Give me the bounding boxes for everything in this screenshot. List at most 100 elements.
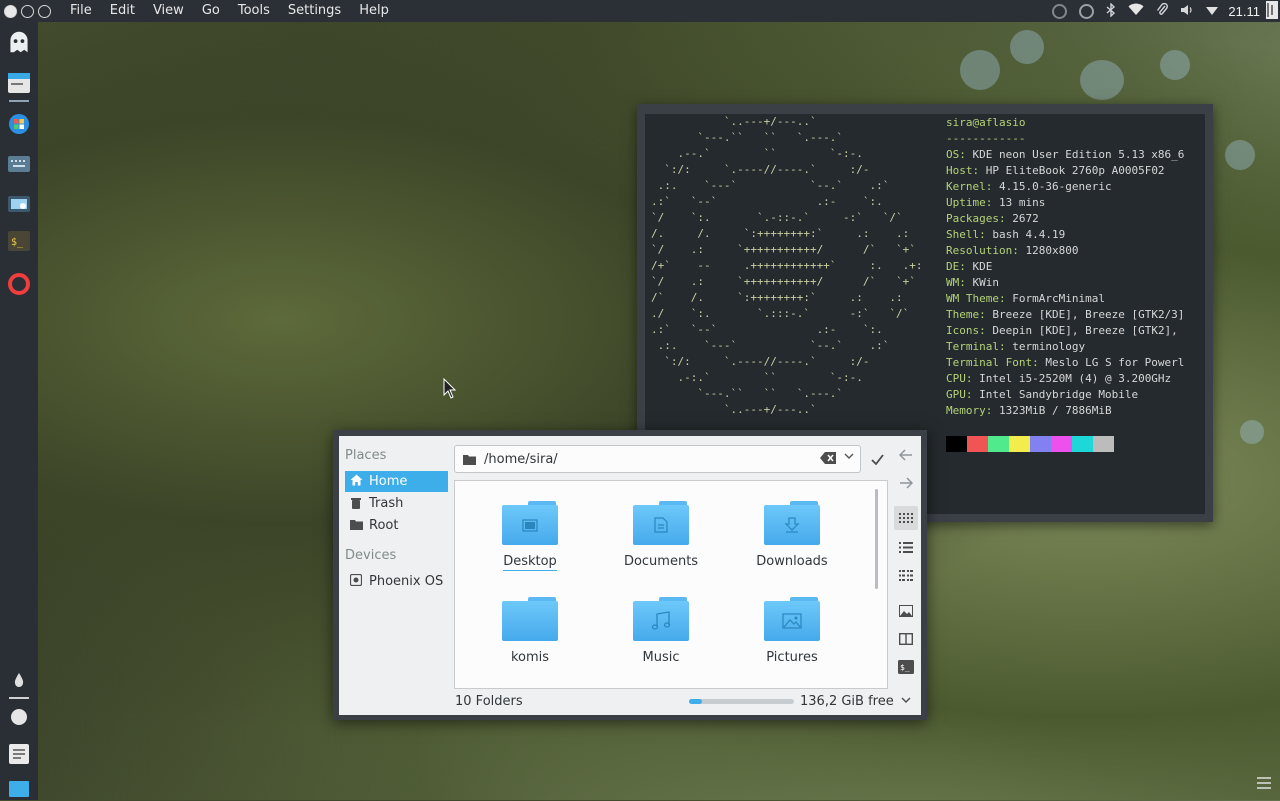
forward-icon[interactable] <box>894 471 918 495</box>
disk-usage-fill <box>689 699 702 704</box>
folder-item-pictures[interactable]: Pictures <box>737 597 847 665</box>
places-panel: Places Home Trash Root Devices Phoenix O… <box>339 436 453 715</box>
close-window-button[interactable] <box>4 4 17 18</box>
activity-icon[interactable] <box>1266 0 1278 22</box>
place-trash[interactable]: Trash <box>345 493 448 514</box>
attachment-icon[interactable] <box>1156 2 1169 20</box>
clear-text-icon[interactable] <box>820 452 836 468</box>
menu-view[interactable]: View <box>144 0 193 22</box>
icons-view-icon[interactable] <box>894 506 918 530</box>
file-manager-icon[interactable] <box>7 71 31 95</box>
split-view-icon[interactable] <box>894 627 918 651</box>
info-row: Kernel: 4.15.0-36-generic <box>946 180 1112 193</box>
info-row: Uptime: 13 mins <box>946 196 1046 209</box>
location-bar[interactable]: /home/sira/ <box>454 445 861 473</box>
place-home[interactable]: Home <box>345 471 448 492</box>
volume-icon[interactable] <box>1180 4 1194 19</box>
preview-icon[interactable] <box>894 599 918 623</box>
info-row: Terminal Font: Meslo LG S for Powerl <box>946 356 1185 369</box>
neofetch-info: sira@aflasio ------------ OS: KDE neon U… <box>946 115 1184 419</box>
menu-go[interactable]: Go <box>193 0 229 22</box>
color-app-icon[interactable] <box>7 112 31 136</box>
vertical-scrollbar[interactable] <box>875 489 878 589</box>
system-tray: 21.11 <box>1046 0 1280 22</box>
menu-settings[interactable]: Settings <box>279 0 350 22</box>
keyboard-icon[interactable] <box>7 152 31 176</box>
svg-text:$_: $_ <box>11 237 24 248</box>
bokeh-light <box>1010 30 1044 64</box>
bokeh-light <box>1160 50 1190 80</box>
back-icon[interactable] <box>894 443 918 467</box>
color-swatch <box>1030 436 1051 452</box>
compact-view-icon[interactable] <box>894 563 918 587</box>
folder-label: Music <box>642 650 680 665</box>
info-row: CPU: Intel i5-2520M (4) @ 3.200GHz <box>946 372 1172 385</box>
menu-help[interactable]: Help <box>350 0 398 22</box>
wifi-icon[interactable] <box>1128 3 1144 19</box>
maximize-window-button[interactable] <box>38 4 51 18</box>
disk-usage-bar <box>689 699 794 704</box>
info-row: Terminal: terminology <box>946 340 1086 353</box>
place-root[interactable]: Root <box>345 515 448 536</box>
folder-downloads-icon <box>764 501 820 545</box>
drive-icon <box>349 573 363 589</box>
info-row: Icons: Deepin [KDE], Breeze [GTK2], <box>946 324 1178 337</box>
free-space-label: 136,2 GiB free <box>800 694 894 709</box>
folder-view[interactable]: Desktop Documents Downloads komis Music … <box>454 480 888 689</box>
droplet-icon[interactable] <box>7 668 31 692</box>
info-row: Theme: Breeze [KDE], Breeze [GTK2/3] <box>946 308 1185 321</box>
folder-item-music[interactable]: Music <box>606 597 716 665</box>
places-header: Places <box>345 448 387 463</box>
bluetooth-icon[interactable] <box>1106 1 1116 20</box>
left-dock: $_ <box>0 22 38 800</box>
home-icon <box>349 474 363 489</box>
opera-icon[interactable] <box>7 272 31 296</box>
info-row: Host: HP EliteBook 2760p A0005F02 <box>946 164 1165 177</box>
mouse-pointer-icon <box>443 377 457 404</box>
hamburger-menu-icon[interactable] <box>1256 776 1272 794</box>
folder-documents-icon <box>633 501 689 545</box>
side-toolbar: $_ <box>894 436 918 715</box>
minimize-window-button[interactable] <box>21 4 34 18</box>
bokeh-light <box>1240 420 1264 444</box>
trash-icon <box>349 496 363 512</box>
terminal-panel-icon[interactable]: $_ <box>894 655 918 679</box>
color-swatch <box>1093 436 1114 452</box>
clock[interactable]: 21.11 <box>1228 4 1260 19</box>
folder-music-icon <box>633 597 689 641</box>
info-row: Shell: bash 4.4.19 <box>946 228 1066 241</box>
location-path[interactable]: /home/sira/ <box>484 452 558 467</box>
circle-indicator-icon[interactable] <box>1079 3 1095 19</box>
menu-edit[interactable]: Edit <box>101 0 144 22</box>
menu-file[interactable]: File <box>61 0 101 22</box>
folder-item-documents[interactable]: Documents <box>606 501 716 569</box>
terminal-icon[interactable]: $_ <box>7 229 31 253</box>
menu-tools[interactable]: Tools <box>229 0 279 22</box>
folder-label: Downloads <box>756 554 828 569</box>
ghost-app-icon[interactable] <box>7 30 31 54</box>
color-swatch <box>1072 436 1093 452</box>
info-row: DE: KDE <box>946 260 993 273</box>
folder-item-downloads[interactable]: Downloads <box>737 501 847 569</box>
details-view-icon[interactable] <box>894 535 918 559</box>
folder-item-desktop[interactable]: Desktop <box>475 501 585 571</box>
folder-icon <box>349 519 363 533</box>
devices-header: Devices <box>345 548 397 563</box>
chevron-down-icon[interactable] <box>844 451 854 464</box>
confirm-icon[interactable] <box>865 447 889 471</box>
device-phoenix-os[interactable]: Phoenix OS <box>345 571 448 592</box>
circle-indicator-icon[interactable] <box>1052 3 1068 19</box>
screenshot-icon[interactable] <box>7 192 31 216</box>
document-icon[interactable] <box>7 742 31 766</box>
desktop-icon[interactable] <box>7 777 31 801</box>
folder-item-komis[interactable]: komis <box>475 597 585 665</box>
file-dialog: Places Home Trash Root Devices Phoenix O… <box>333 430 927 720</box>
color-palette <box>946 436 1114 452</box>
color-swatch <box>988 436 1009 452</box>
folder-label: Pictures <box>766 650 818 665</box>
bokeh-light <box>960 50 1000 90</box>
expand-icon[interactable] <box>1206 4 1219 18</box>
folder-pictures-icon <box>764 597 820 641</box>
info-row: WM: KWin <box>946 276 999 289</box>
circle-icon[interactable] <box>7 705 31 729</box>
